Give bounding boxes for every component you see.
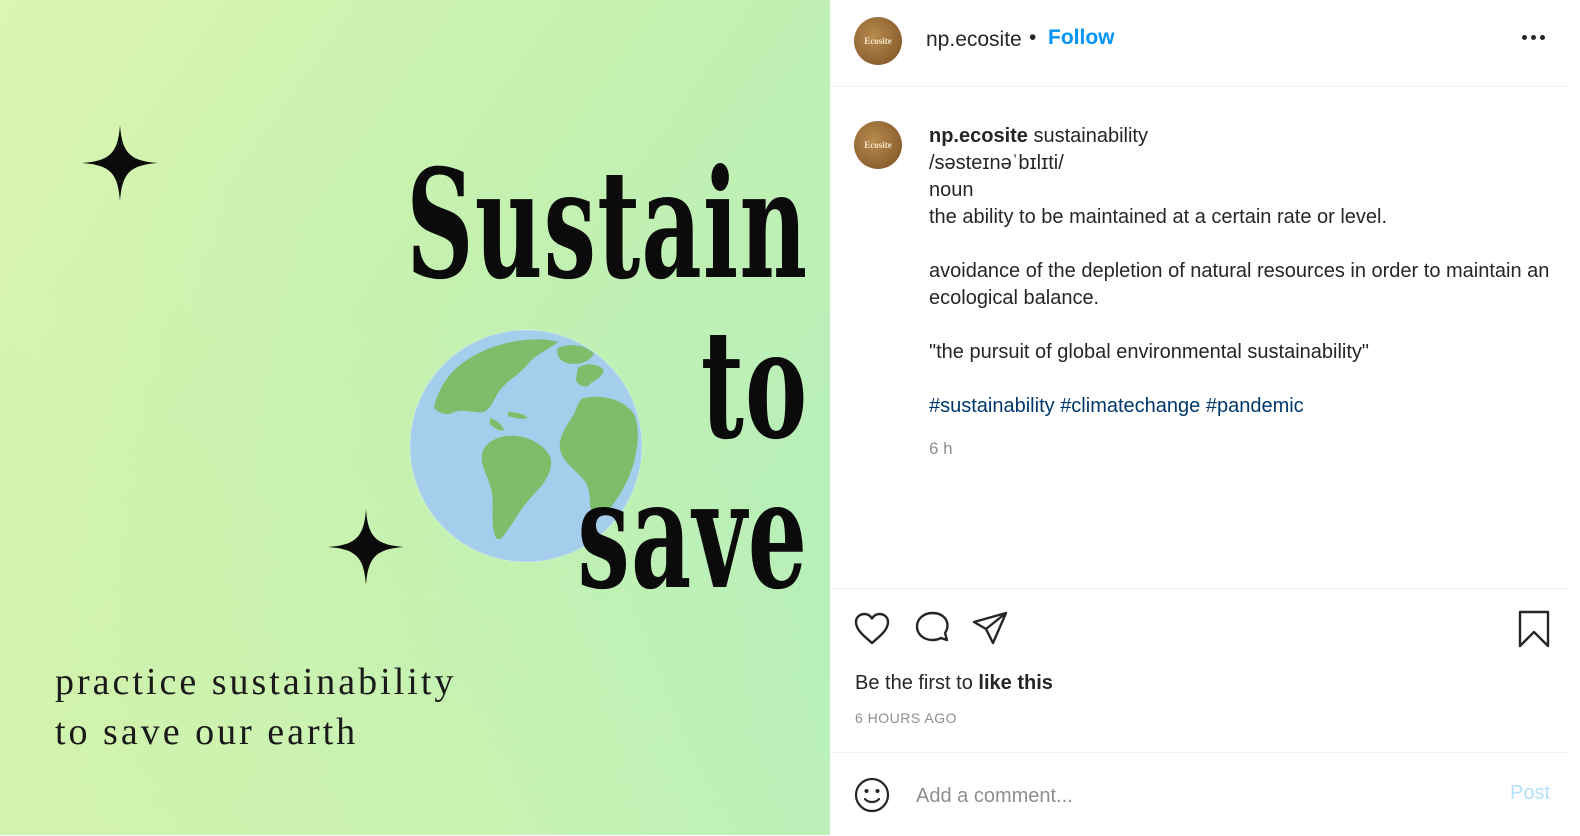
hashtag-link[interactable]: #climatechange — [1060, 395, 1200, 417]
more-options-icon[interactable] — [1518, 22, 1548, 52]
caption-line: the ability to be maintained at a certai… — [929, 206, 1388, 228]
hashtag-link[interactable]: #sustainability — [929, 395, 1055, 417]
likes-summary: Be the first to like this — [855, 672, 1053, 695]
caption-blank-line — [929, 231, 1559, 258]
headline-word-sustain: Sustain — [406, 137, 808, 313]
headline-word-to: to — [700, 297, 808, 473]
avatar[interactable]: Ecosite — [854, 17, 902, 65]
comment-input[interactable] — [914, 777, 1478, 815]
caption-line: avoidance of the depletion of natural re… — [929, 260, 1550, 309]
hashtags: #sustainability #climatechange #pandemic — [929, 393, 1559, 420]
avatar[interactable]: Ecosite — [854, 121, 902, 169]
image-tagline-line-1: practice sustainability — [55, 661, 457, 703]
avatar-text: Ecosite — [864, 140, 892, 150]
caption-blank-line — [929, 312, 1559, 339]
caption-blank-line — [929, 366, 1559, 393]
bookmark-icon[interactable] — [1514, 609, 1554, 649]
action-bar — [830, 588, 1568, 669]
comment-bar: Post — [830, 752, 1568, 836]
likes-prefix: Be the first to — [855, 672, 973, 694]
headline-word-save: save — [577, 447, 808, 623]
avatar-text: Ecosite — [864, 36, 892, 46]
caption-line: noun — [929, 179, 974, 201]
image-tagline-line-2: to save our earth — [55, 711, 359, 753]
caption-line: /səsteɪnəˈbɪlɪti/ — [929, 152, 1064, 174]
post-time[interactable]: 6 HOURS AGO — [855, 710, 957, 726]
comment-icon[interactable] — [912, 609, 952, 649]
share-icon[interactable] — [970, 609, 1010, 649]
sparkle-icon — [328, 509, 404, 585]
heart-icon[interactable] — [852, 609, 892, 649]
post-comment-button[interactable]: Post — [1510, 782, 1550, 805]
username-link[interactable]: np.ecosite — [926, 28, 1022, 52]
sparkle-icon — [82, 125, 158, 201]
post-header: Ecosite np.ecosite • Follow — [830, 0, 1568, 87]
follow-button[interactable]: Follow — [1048, 26, 1115, 50]
like-this-link[interactable]: like this — [978, 672, 1052, 694]
caption-username[interactable]: np.ecosite — [929, 125, 1028, 147]
caption-line: sustainability — [1033, 125, 1148, 147]
caption-line: "the pursuit of global environmental sus… — [929, 341, 1369, 363]
post-image[interactable]: Sustain to save practice sustainability … — [0, 0, 830, 835]
caption-timestamp[interactable]: 6 h — [929, 439, 953, 459]
post-details-panel: Ecosite np.ecosite • Follow Ecosite np.e… — [830, 0, 1580, 835]
separator-dot: • — [1029, 26, 1037, 49]
emoji-icon[interactable] — [852, 775, 892, 815]
caption-text: np.ecosite sustainability /səsteɪnəˈbɪlɪ… — [929, 123, 1559, 420]
hashtag-link[interactable]: #pandemic — [1206, 395, 1304, 417]
caption-area: Ecosite np.ecosite sustainability /səste… — [830, 87, 1568, 587]
